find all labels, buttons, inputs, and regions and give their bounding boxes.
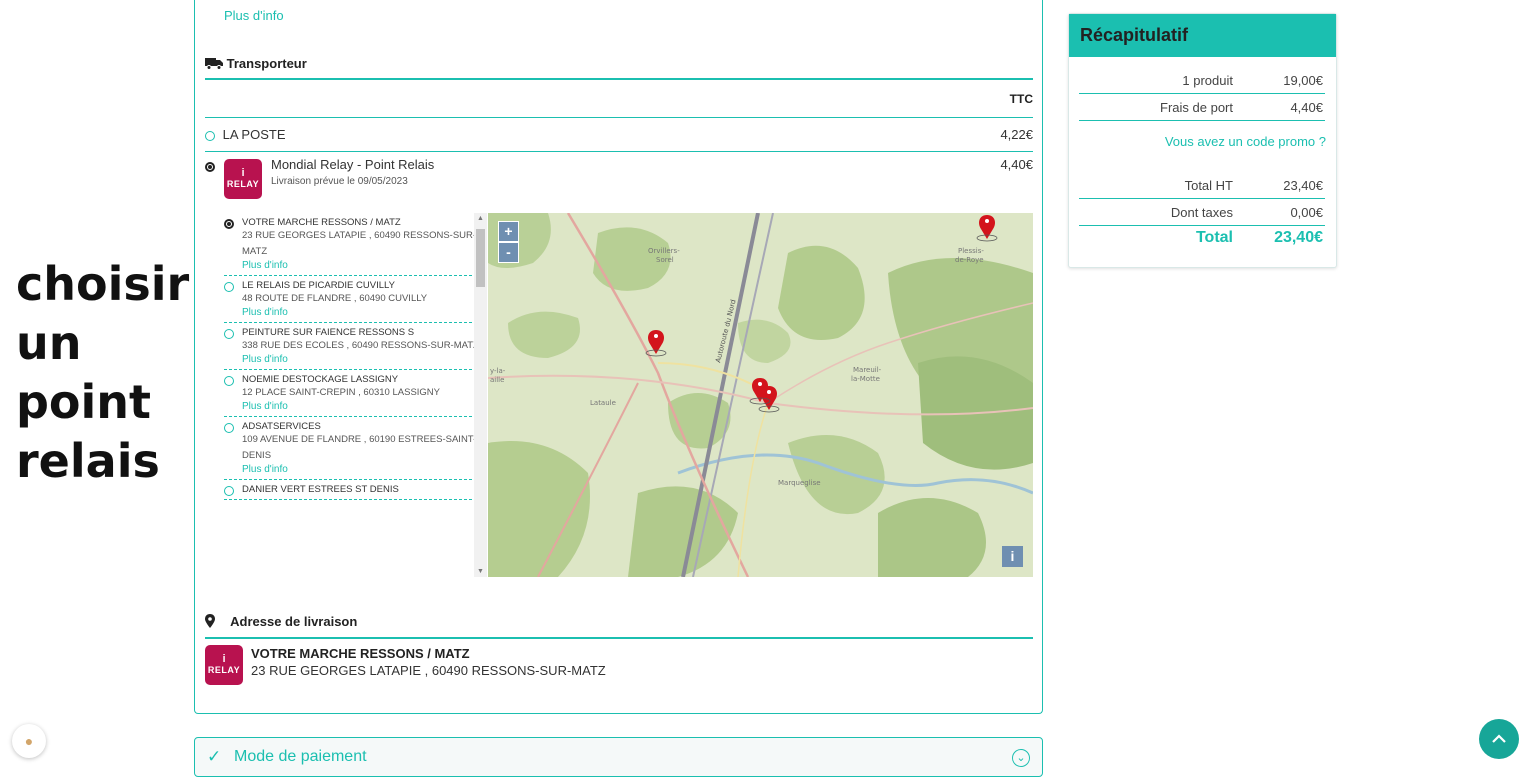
relay-more-info-link[interactable]: Plus d'info — [242, 401, 487, 412]
relay-map[interactable]: Orvillers- Sorel Plessis- de-Roye Mareui… — [488, 213, 1033, 577]
relay-name: NOEMIE DESTOCKAGE LASSIGNY — [242, 374, 399, 385]
svg-text:y-la-: y-la- — [490, 367, 506, 375]
summary-row: Dont taxes 0,00€ — [1079, 199, 1325, 226]
overlay-caption: choisir un point relais — [16, 257, 190, 488]
relay-address: 109 AVENUE DE FLANDRE , 60190 ESTREES-SA… — [242, 434, 477, 461]
relay-address: 48 ROUTE DE FLANDRE , 60490 CUVILLY — [242, 293, 428, 304]
promo-code-link[interactable]: Vous avez un code promo ? — [1165, 134, 1326, 149]
carrier-radio[interactable] — [205, 130, 215, 141]
summary-value: 4,40€ — [1290, 100, 1323, 115]
relay-point-item[interactable]: NOEMIE DESTOCKAGE LASSIGNY 12 PLACE SAIN… — [224, 370, 487, 417]
total-value: 23,40€ — [1274, 229, 1323, 246]
total-label: Total — [1195, 229, 1233, 246]
delivery-address-header: Adresse de livraison — [205, 614, 1033, 639]
svg-text:Plessis-: Plessis- — [958, 247, 984, 255]
carrier-option-mondial-relay[interactable]: ᵢ RELAY Mondial Relay - Point Relais Liv… — [205, 157, 1033, 203]
map-marker-icon — [205, 614, 217, 631]
relay-more-info-link[interactable]: Plus d'info — [242, 464, 487, 475]
map-info-button[interactable]: i — [1002, 546, 1023, 567]
svg-text:Sorel: Sorel — [656, 256, 674, 264]
relay-radio[interactable] — [224, 423, 234, 433]
payment-step-header[interactable]: ✓ Mode de paiement ⌄ — [194, 737, 1043, 777]
summary-value: 0,00€ — [1290, 205, 1323, 220]
relay-more-info-link[interactable]: Plus d'info — [242, 307, 487, 318]
relay-point-list[interactable]: VOTRE MARCHE RESSONS / MATZ 23 RUE GEORG… — [224, 213, 487, 577]
carrier-name: LA POSTE — [222, 127, 286, 142]
chevron-up-icon — [1492, 734, 1506, 744]
map-tiles: Orvillers- Sorel Plessis- de-Roye Mareui… — [488, 213, 1033, 577]
relay-radio[interactable] — [224, 219, 234, 229]
price-column-header: TTC — [205, 91, 1033, 118]
order-summary: Récapitulatif 1 produit 19,00€ Frais de … — [1068, 13, 1337, 268]
relay-name: VOTRE MARCHE RESSONS / MATZ — [242, 217, 401, 228]
svg-text:Orvillers-: Orvillers- — [648, 247, 680, 255]
summary-row: Total HT 23,40€ — [1079, 172, 1325, 199]
scroll-up-icon[interactable]: ▲ — [477, 215, 484, 222]
payment-step-title: Mode de paiement — [234, 748, 367, 765]
relay-name: ADSATSERVICES — [242, 421, 321, 432]
cookie-icon[interactable]: ● — [12, 724, 46, 758]
relay-address: 23 RUE GEORGES LATAPIE , 60490 RESSONS-S… — [242, 230, 477, 257]
mondial-relay-logo: ᵢ RELAY — [224, 159, 262, 199]
delivery-estimate: Livraison prévue le 09/05/2023 — [271, 176, 408, 187]
scroll-to-top-button[interactable] — [1479, 719, 1519, 759]
scrollbar-thumb[interactable] — [476, 229, 485, 287]
relay-address: 338 RUE DES ECOLES , 60490 RESSONS-SUR-M… — [242, 340, 479, 351]
more-info-link[interactable]: Plus d'info — [224, 8, 284, 23]
map-zoom-in-button[interactable]: + — [498, 221, 519, 242]
svg-text:Lataule: Lataule — [590, 399, 616, 407]
relay-point-item[interactable]: ADSATSERVICES 109 AVENUE DE FLANDRE , 60… — [224, 417, 487, 480]
summary-row: Frais de port 4,40€ — [1079, 94, 1325, 121]
relay-more-info-link[interactable]: Plus d'info — [242, 260, 487, 271]
relay-point-item[interactable]: DANIER VERT ESTREES ST DENIS — [224, 480, 487, 500]
svg-text:de-Roye: de-Roye — [955, 256, 984, 264]
svg-text:Marqueglise: Marqueglise — [778, 479, 821, 487]
summary-value: 19,00€ — [1283, 73, 1323, 88]
relay-point-item[interactable]: PEINTURE SUR FAIENCE RESSONS S 338 RUE D… — [224, 323, 487, 370]
svg-text:aille: aille — [490, 376, 504, 384]
scroll-down-icon[interactable]: ▼ — [477, 568, 484, 575]
carrier-price: 4,22€ — [1000, 127, 1033, 142]
carrier-section-title: Transporteur — [226, 56, 307, 71]
summary-label: 1 produit — [1182, 73, 1233, 88]
relay-radio[interactable] — [224, 282, 234, 292]
summary-value: 23,40€ — [1283, 178, 1323, 193]
svg-text:Mareuil-: Mareuil- — [853, 366, 882, 374]
summary-title: Récapitulatif — [1069, 14, 1336, 57]
chevron-down-icon[interactable]: ⌄ — [1012, 749, 1030, 767]
relay-more-info-link[interactable]: Plus d'info — [242, 354, 487, 365]
relay-list-scrollbar[interactable]: ▲ ▼ — [474, 213, 487, 577]
mondial-relay-logo: ᵢ RELAY — [205, 645, 243, 685]
relay-point-item[interactable]: LE RELAIS DE PICARDIE CUVILLY 48 ROUTE D… — [224, 276, 487, 323]
summary-row: 1 produit 19,00€ — [1079, 67, 1325, 94]
relay-name: PEINTURE SUR FAIENCE RESSONS S — [242, 327, 415, 338]
summary-label: Total HT — [1184, 178, 1233, 193]
delivery-point-address: 23 RUE GEORGES LATAPIE , 60490 RESSONS-S… — [251, 663, 606, 678]
carrier-price: 4,40€ — [1000, 157, 1033, 172]
carrier-section-header: Transporteur — [205, 56, 1033, 80]
carrier-name: Mondial Relay - Point Relais — [271, 157, 435, 172]
carrier-option-laposte[interactable]: LA POSTE 4,22€ — [205, 127, 1033, 152]
summary-label: Frais de port — [1160, 100, 1233, 115]
map-zoom-out-button[interactable]: - — [498, 242, 519, 263]
truck-icon — [205, 57, 223, 73]
relay-radio[interactable] — [224, 486, 234, 496]
relay-point-item[interactable]: VOTRE MARCHE RESSONS / MATZ 23 RUE GEORG… — [224, 213, 487, 276]
delivery-point-name: VOTRE MARCHE RESSONS / MATZ — [251, 646, 470, 661]
check-icon: ✓ — [207, 747, 222, 766]
carrier-radio[interactable] — [205, 162, 215, 172]
relay-name: DANIER VERT ESTREES ST DENIS — [242, 484, 399, 495]
delivery-address-title: Adresse de livraison — [230, 614, 358, 629]
relay-radio[interactable] — [224, 376, 234, 386]
shipping-card: Plus d'info Transporteur TTC LA POSTE 4,… — [194, 0, 1043, 714]
summary-label: Dont taxes — [1170, 205, 1233, 220]
relay-name: LE RELAIS DE PICARDIE CUVILLY — [242, 280, 395, 291]
svg-text:la-Motte: la-Motte — [851, 375, 880, 383]
relay-address: 12 PLACE SAINT-CREPIN , 60310 LASSIGNY — [242, 387, 441, 398]
relay-radio[interactable] — [224, 329, 234, 339]
